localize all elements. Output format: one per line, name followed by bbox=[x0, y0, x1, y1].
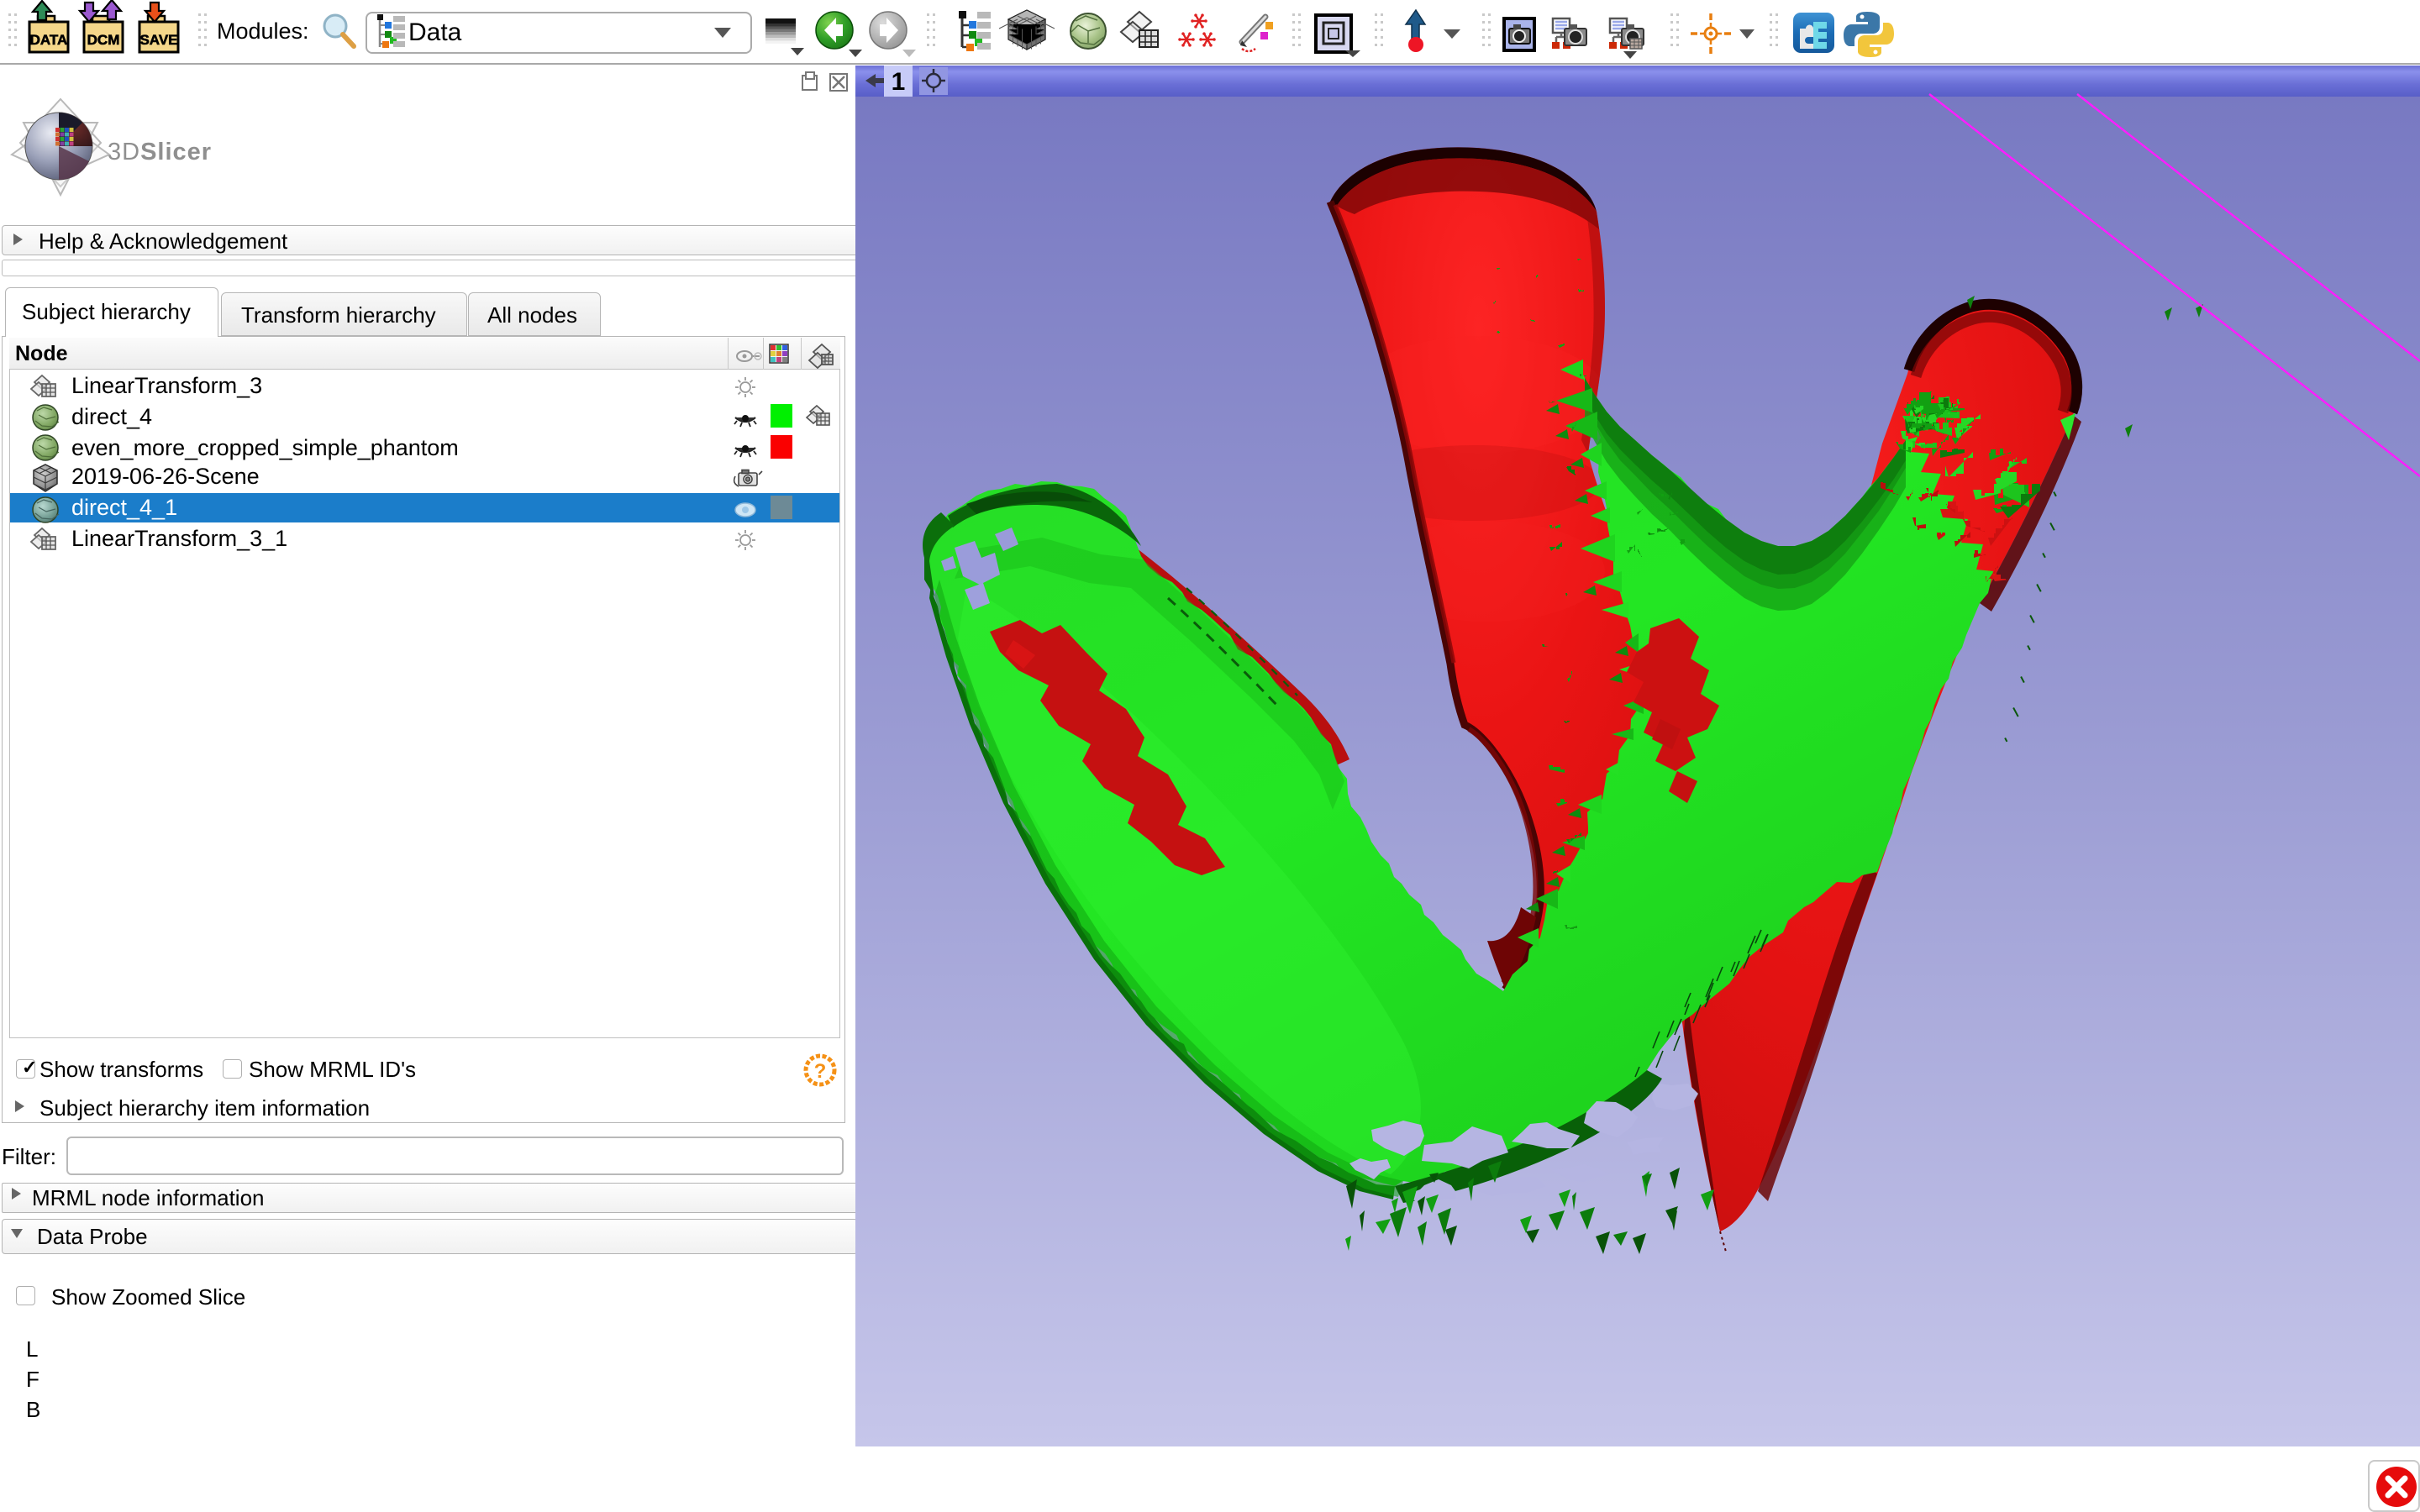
svg-text:DCM: DCM bbox=[87, 32, 120, 48]
svg-text:DATA: DATA bbox=[30, 32, 68, 48]
svg-text:?: ? bbox=[814, 1060, 827, 1083]
svg-text:SAVE: SAVE bbox=[139, 32, 177, 48]
svg-text:1: 1 bbox=[892, 68, 906, 96]
